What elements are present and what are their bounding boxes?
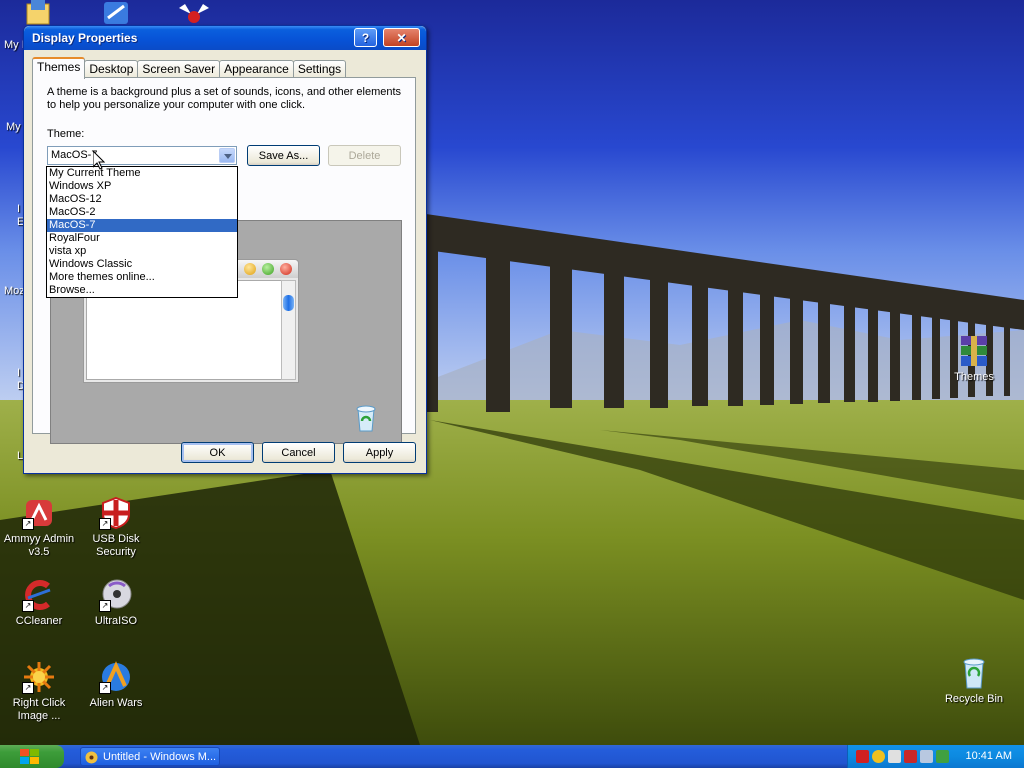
- volume-icon[interactable]: [920, 750, 933, 763]
- edge-label: I: [17, 203, 21, 215]
- desktop-icon-alien-wars[interactable]: ↗ Alien Wars: [78, 660, 154, 710]
- theme-dropdown-list: My Current Theme Windows XP MacOS-12 Mac…: [46, 166, 238, 298]
- help-icon: ?: [361, 31, 370, 45]
- tool-tray-icon[interactable]: [888, 750, 901, 763]
- chevron-down-icon[interactable]: [219, 148, 235, 163]
- shortcut-arrow-icon: ↗: [99, 682, 111, 694]
- preview-scroll-thumb: [283, 295, 294, 311]
- tab-appearance[interactable]: Appearance: [219, 60, 294, 78]
- desktop-icon-usb-disk-security[interactable]: ↗ USB Disk Security: [78, 496, 154, 559]
- save-as-button[interactable]: Save As...: [247, 145, 320, 166]
- theme-combobox-value: MacOS-7: [51, 149, 98, 161]
- messenger-tray-icon[interactable]: [872, 750, 885, 763]
- dropdown-item[interactable]: More themes online...: [47, 271, 237, 284]
- tab-desktop[interactable]: Desktop: [84, 60, 139, 78]
- desktop-icon-themes[interactable]: Themes: [936, 334, 1012, 384]
- dropdown-item[interactable]: MacOS-12: [47, 193, 237, 206]
- desktop-icon-recycle-bin[interactable]: Recycle Bin: [936, 656, 1012, 706]
- right-click-image-icon: ↗: [22, 660, 56, 694]
- close-icon: ✕: [396, 31, 407, 45]
- shortcut-arrow-icon: ↗: [22, 682, 34, 694]
- desktop-icon-label: Ammyy Admin v3.5: [3, 533, 75, 558]
- desktop-icon-label: Recycle Bin: [944, 693, 1004, 705]
- dropdown-item[interactable]: Browse...: [47, 284, 237, 297]
- clock: 10:41 AM: [965, 750, 1012, 762]
- taskbar-item-windows-movie-maker[interactable]: Untitled - Windows M...: [80, 747, 220, 766]
- dropdown-item[interactable]: vista xp: [47, 245, 237, 258]
- mouse-pointer-icon: [93, 151, 105, 170]
- minimize-dot-icon: [244, 263, 256, 275]
- start-button[interactable]: [0, 745, 64, 768]
- dropdown-item[interactable]: MacOS-2: [47, 206, 237, 219]
- shortcut-arrow-icon: ↗: [99, 518, 111, 530]
- taskbar-item-label: Untitled - Windows M...: [103, 751, 217, 763]
- desktop-icon-label: UltraISO: [94, 615, 138, 627]
- dropdown-item[interactable]: MacOS-7: [47, 219, 237, 232]
- taskbar: Untitled - Windows M... 10:41 AM: [0, 745, 1024, 768]
- winrar-archive-icon: [957, 334, 991, 368]
- edge-label: I: [17, 367, 21, 379]
- close-button[interactable]: ✕: [383, 28, 420, 47]
- application-icon: [99, 0, 133, 26]
- recycle-bin-icon: [957, 656, 991, 690]
- cancel-button[interactable]: Cancel: [262, 442, 335, 463]
- apply-button[interactable]: Apply: [343, 442, 416, 463]
- usb-disk-security-icon: ↗: [99, 496, 133, 530]
- edge-label: My I: [4, 39, 25, 51]
- edge-label: My: [6, 121, 21, 133]
- themes-description: A theme is a background plus a set of so…: [47, 86, 402, 111]
- dropdown-item[interactable]: Windows XP: [47, 180, 237, 193]
- theme-combobox[interactable]: MacOS-7: [47, 146, 237, 165]
- tab-screen-saver[interactable]: Screen Saver: [137, 60, 221, 78]
- desktop-icon-right-click-image[interactable]: ↗ Right Click Image ...: [1, 660, 77, 723]
- dialog-title: Display Properties: [32, 31, 138, 45]
- dropdown-item[interactable]: My Current Theme: [47, 167, 237, 180]
- shortcut-arrow-icon: ↗: [99, 600, 111, 612]
- ammyy-icon: ↗: [22, 496, 56, 530]
- dialog-titlebar[interactable]: Display Properties ? ✕: [24, 26, 426, 50]
- ok-button[interactable]: OK: [181, 442, 254, 463]
- desktop-icon-label: CCleaner: [15, 615, 63, 627]
- edge-label: Moz: [4, 285, 25, 297]
- desktop-icon-ultraiso[interactable]: ↗ UltraISO: [78, 578, 154, 628]
- ultraiso-icon: ↗: [99, 578, 133, 612]
- winged-app-icon: [177, 0, 211, 26]
- movie-maker-icon: [85, 751, 98, 764]
- preview-scrollbar: [281, 280, 296, 380]
- close-dot-icon: [280, 263, 292, 275]
- desktop-icon-label: Themes: [954, 371, 994, 383]
- desktop-icon-ccleaner[interactable]: ↗ CCleaner: [1, 578, 77, 628]
- tab-themes[interactable]: Themes: [32, 57, 86, 79]
- desktop-icon-label: Right Click Image ...: [12, 697, 66, 722]
- tab-strip: Themes Desktop Screen Saver Appearance S…: [32, 57, 347, 79]
- ccleaner-icon: ↗: [22, 578, 56, 612]
- preview-recycle-bin-icon: [353, 403, 379, 433]
- shield-icon[interactable]: [904, 750, 917, 763]
- documents-icon: [21, 0, 55, 26]
- system-tray: 10:41 AM: [847, 745, 1024, 768]
- usb-security-tray-icon[interactable]: [856, 750, 869, 763]
- desktop-icon-label: Alien Wars: [89, 697, 143, 709]
- safely-remove-hardware-icon[interactable]: [936, 750, 949, 763]
- shortcut-arrow-icon: ↗: [22, 600, 34, 612]
- help-button[interactable]: ?: [354, 28, 377, 47]
- tab-settings[interactable]: Settings: [292, 60, 347, 78]
- dropdown-item[interactable]: RoyalFour: [47, 232, 237, 245]
- dropdown-item[interactable]: Windows Classic: [47, 258, 237, 271]
- delete-button[interactable]: Delete: [328, 145, 401, 166]
- theme-label: Theme:: [47, 128, 85, 140]
- desktop-icon-ammyy[interactable]: ↗ Ammyy Admin v3.5: [1, 496, 77, 559]
- windows-logo-icon: [20, 749, 39, 764]
- shortcut-arrow-icon: ↗: [22, 518, 34, 530]
- alien-wars-icon: ↗: [99, 660, 133, 694]
- desktop-icon-label: USB Disk Security: [92, 533, 140, 558]
- maximize-dot-icon: [262, 263, 274, 275]
